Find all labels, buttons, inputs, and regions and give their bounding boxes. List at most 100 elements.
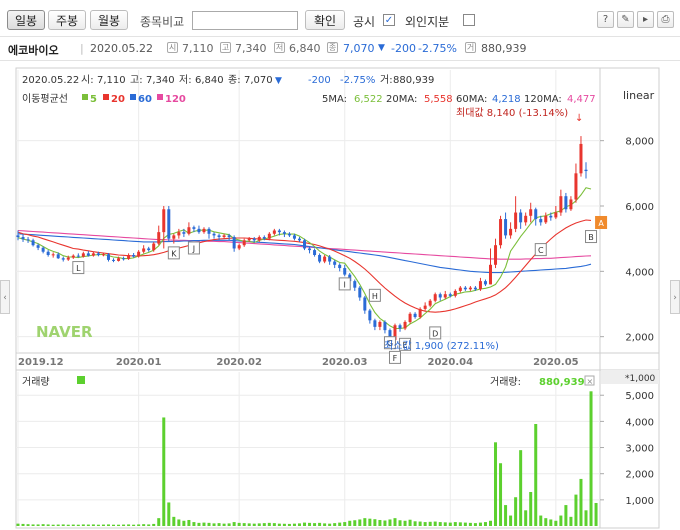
- candle-body: [217, 235, 221, 238]
- candle-body: [418, 308, 422, 318]
- candle-body: [318, 255, 322, 262]
- volume-bar: [443, 522, 447, 526]
- candle-body: [373, 320, 377, 327]
- volume-bar: [152, 523, 156, 526]
- volume-bar: [112, 524, 116, 526]
- candle-body: [524, 215, 528, 223]
- volume-title: 거래량: [22, 376, 50, 388]
- volume-bar: [453, 522, 457, 526]
- volume-bar: [127, 524, 131, 526]
- ma-title: 이동평균선: [22, 93, 68, 105]
- volume-bar: [473, 523, 477, 526]
- candle-body: [438, 294, 442, 298]
- volume-bar: [313, 523, 317, 526]
- volume-bar: [589, 391, 593, 526]
- candle-body: [383, 321, 387, 331]
- price-tick-label: 6,000: [625, 202, 654, 213]
- x-tick-label: 2020.03: [322, 357, 368, 368]
- price-tick-label: 4,000: [625, 267, 654, 278]
- candle-body: [494, 245, 498, 265]
- candle-body: [162, 209, 166, 233]
- volume-bar: [363, 518, 367, 526]
- volume-bar: [549, 519, 553, 526]
- header-low: 6,840: [195, 75, 224, 86]
- volume-bar: [71, 524, 75, 526]
- pattern-marker-label: C: [538, 246, 544, 255]
- volume-bar: [488, 520, 492, 526]
- volume-bar: [514, 497, 518, 526]
- ma60-value: 4,218: [492, 94, 521, 105]
- candle-body: [308, 248, 312, 251]
- volume-bar: [122, 524, 126, 526]
- candle-body: [433, 294, 437, 301]
- volume-bar: [448, 522, 452, 526]
- header-high: 7,340: [146, 75, 175, 86]
- candle-body: [122, 258, 126, 260]
- volume-bar: [26, 524, 30, 526]
- volume-tick-label: 1,000: [625, 496, 654, 507]
- candle-body: [453, 290, 457, 296]
- candle-body: [428, 300, 432, 306]
- volume-tick-label: 5,000: [625, 391, 654, 402]
- candle-body: [313, 250, 317, 255]
- candle-body: [323, 256, 327, 262]
- volume-bar: [36, 524, 40, 526]
- candle-body: [267, 233, 271, 239]
- volume-bar: [368, 518, 372, 526]
- ma20-value: 5,558: [424, 94, 453, 105]
- pattern-marker-label: L: [76, 264, 81, 273]
- header-high-label: 고:: [130, 75, 143, 86]
- volume-bar: [137, 524, 141, 526]
- candle-body: [41, 247, 45, 252]
- volume-bar: [257, 523, 261, 526]
- candle-body: [478, 281, 482, 290]
- candle-body: [554, 212, 558, 218]
- volume-tick-label: 4,000: [625, 417, 654, 428]
- volume-bar: [398, 520, 402, 526]
- volume-bar: [147, 524, 151, 526]
- candle-body: [262, 237, 266, 239]
- ma5-line: [17, 187, 592, 330]
- candle-body: [232, 237, 236, 249]
- candle-body: [257, 237, 261, 241]
- volume-bar: [343, 522, 347, 526]
- volume-bar: [423, 522, 427, 526]
- volume-bar: [142, 524, 146, 526]
- pattern-marker-label: D: [432, 329, 438, 338]
- candle-body: [157, 232, 161, 244]
- candle-body: [499, 219, 503, 246]
- volume-bar: [413, 521, 417, 526]
- candle-body: [338, 264, 342, 269]
- volume-bar: [333, 523, 337, 526]
- ma5-value: 6,522: [354, 94, 383, 105]
- volume-bar: [494, 442, 498, 526]
- volume-bar: [86, 524, 90, 526]
- candle-body: [16, 235, 20, 238]
- candle-body: [539, 219, 543, 223]
- volume-bar: [433, 521, 437, 526]
- candle-body: [167, 209, 171, 239]
- candle-body: [423, 305, 427, 309]
- volume-bar: [584, 510, 588, 526]
- volume-bar: [403, 520, 407, 526]
- candle-body: [187, 227, 191, 234]
- candle-body: [242, 240, 246, 246]
- ma60-value-label: 60MA:: [456, 94, 487, 105]
- volume-bar: [303, 522, 307, 526]
- candle-body: [227, 235, 231, 238]
- volume-bar: [383, 520, 387, 526]
- volume-close-glyph: ×: [587, 377, 594, 386]
- volume-bar: [177, 519, 181, 526]
- volume-bar: [16, 523, 20, 526]
- ma120-value: 4,477: [567, 94, 596, 105]
- header-open: 7,110: [97, 75, 126, 86]
- scale-label[interactable]: linear: [623, 89, 655, 102]
- volume-bar: [66, 524, 70, 526]
- candle-body: [328, 256, 332, 262]
- header-volume-label: 거:: [380, 74, 393, 86]
- volume-bar: [534, 424, 538, 526]
- candle-body: [26, 239, 30, 241]
- ma5-legend-label: 5: [90, 94, 97, 105]
- volume-bar: [242, 523, 246, 526]
- ma20-legend-label: 20: [111, 94, 125, 105]
